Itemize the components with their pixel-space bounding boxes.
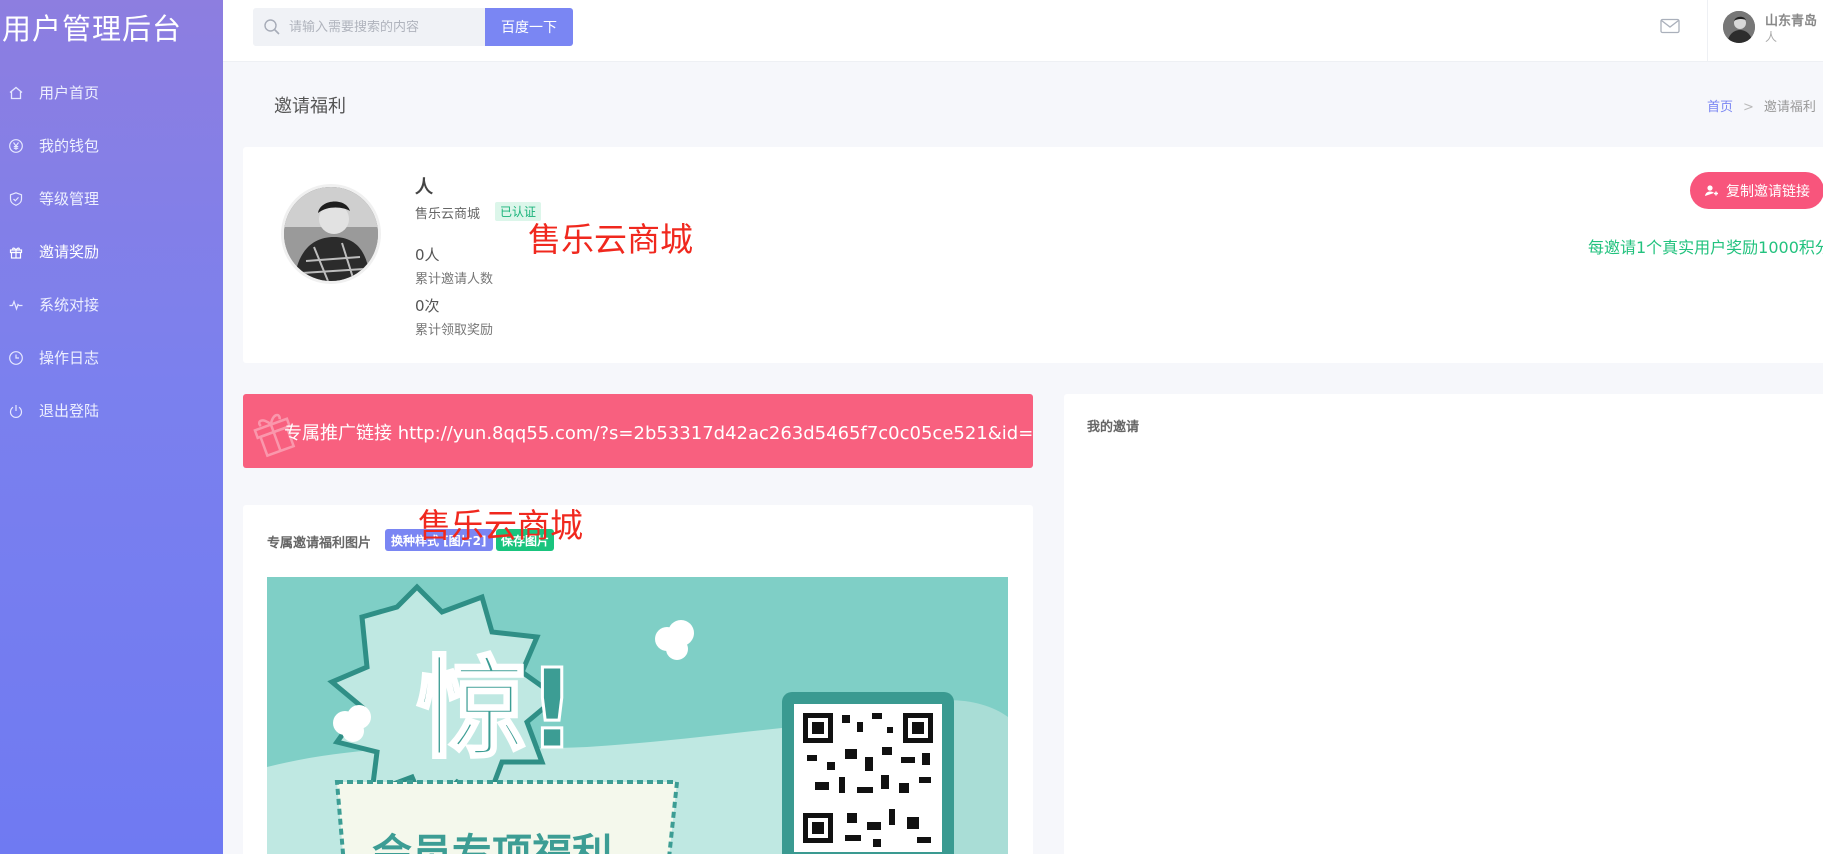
profile-avatar: [281, 184, 381, 284]
user-name[interactable]: 山东青岛: [1765, 10, 1817, 29]
search-box: [253, 8, 485, 46]
invite-count-label: 累计邀请人数: [415, 272, 494, 287]
sidebar-item-integration[interactable]: 系统对接: [0, 278, 223, 331]
promo-link-text[interactable]: 专属推广链接 http://yun.8qq55.com/?s=2b53317d4…: [284, 419, 1033, 445]
topbar-divider: [1707, 0, 1708, 62]
svg-text:会员专项福利: 会员专项福利: [372, 831, 612, 854]
reward-count-value: 0次: [415, 297, 440, 315]
watermark-text: 售乐云商城: [418, 506, 583, 545]
gift-icon: [9, 246, 23, 259]
invite-poster-image: 惊! 会员专项福利: [267, 577, 1008, 854]
my-invites-title: 我的邀请: [1087, 420, 1140, 435]
topbar: 百度一下 山东青岛 人: [223, 0, 1823, 62]
clock-icon: [9, 350, 23, 365]
sidebar: 用户管理后台 用户首页 我的钱包 等级管理 邀请奖励 系统对接 操作日志 退出登…: [0, 0, 223, 854]
sidebar-item-wallet[interactable]: 我的钱包: [0, 119, 223, 172]
search-icon: [264, 19, 280, 35]
poster-title: 专属邀请福利图片: [267, 536, 372, 551]
search-input[interactable]: [289, 19, 479, 35]
sidebar-item-label: 操作日志: [39, 349, 100, 367]
mail-icon[interactable]: [1660, 18, 1680, 34]
sidebar-item-log[interactable]: 操作日志: [0, 331, 223, 384]
sidebar-item-label: 我的钱包: [39, 137, 100, 155]
shield-icon: [9, 191, 23, 206]
sidebar-item-level[interactable]: 等级管理: [0, 172, 223, 225]
home-icon: [9, 86, 23, 99]
breadcrumb: 首页 > 邀请福利: [1707, 96, 1816, 115]
sidebar-menu: 用户首页 我的钱包 等级管理 邀请奖励 系统对接 操作日志 退出登陆: [0, 66, 223, 437]
sidebar-item-label: 退出登陆: [39, 402, 100, 420]
sidebar-item-label: 系统对接: [39, 296, 100, 314]
reward-note: 每邀请1个真实用户奖励1000积分: [1588, 238, 1823, 257]
search-button[interactable]: 百度一下: [485, 8, 573, 46]
pulse-icon: [9, 299, 23, 311]
sidebar-item-logout[interactable]: 退出登陆: [0, 384, 223, 437]
invite-count-value: 0人: [415, 246, 440, 264]
sidebar-item-home[interactable]: 用户首页: [0, 66, 223, 119]
page-title: 邀请福利: [274, 96, 346, 117]
copy-invite-link-label: 复制邀请链接: [1726, 183, 1810, 200]
avatar[interactable]: [1723, 11, 1755, 43]
copy-invite-link-button[interactable]: 复制邀请链接: [1690, 172, 1823, 209]
sidebar-item-label: 等级管理: [39, 190, 100, 208]
app-title: 用户管理后台: [2, 12, 183, 46]
breadcrumb-separator: >: [1743, 100, 1754, 115]
promo-link-banner: 专属推广链接 http://yun.8qq55.com/?s=2b53317d4…: [243, 394, 1033, 468]
user-add-icon: [1705, 184, 1718, 196]
profile-card: 人 售乐云商城 已认证 售乐云商城 0人 累计邀请人数 0次 累计领取奖励 复制…: [243, 147, 1823, 363]
user-role: 人: [1765, 30, 1778, 44]
power-icon: [9, 404, 23, 418]
profile-name: 人: [415, 177, 433, 198]
sidebar-item-label: 邀请奖励: [39, 243, 100, 261]
breadcrumb-current: 邀请福利: [1763, 100, 1816, 115]
reward-count-label: 累计领取奖励: [415, 323, 494, 338]
breadcrumb-home-link[interactable]: 首页: [1707, 100, 1733, 115]
profile-company: 售乐云商城: [415, 207, 481, 222]
watermark-text: 售乐云商城: [528, 220, 693, 259]
svg-text:惊!: 惊!: [417, 645, 577, 773]
poster-card: 专属邀请福利图片 换种样式 [图片2] 保存图片 售乐云商城 惊! 会员专项福利: [243, 505, 1033, 854]
my-invites-card: 我的邀请: [1064, 394, 1823, 854]
sidebar-item-invite[interactable]: 邀请奖励: [0, 225, 223, 278]
sidebar-item-label: 用户首页: [39, 84, 100, 102]
yen-icon: [9, 138, 23, 153]
